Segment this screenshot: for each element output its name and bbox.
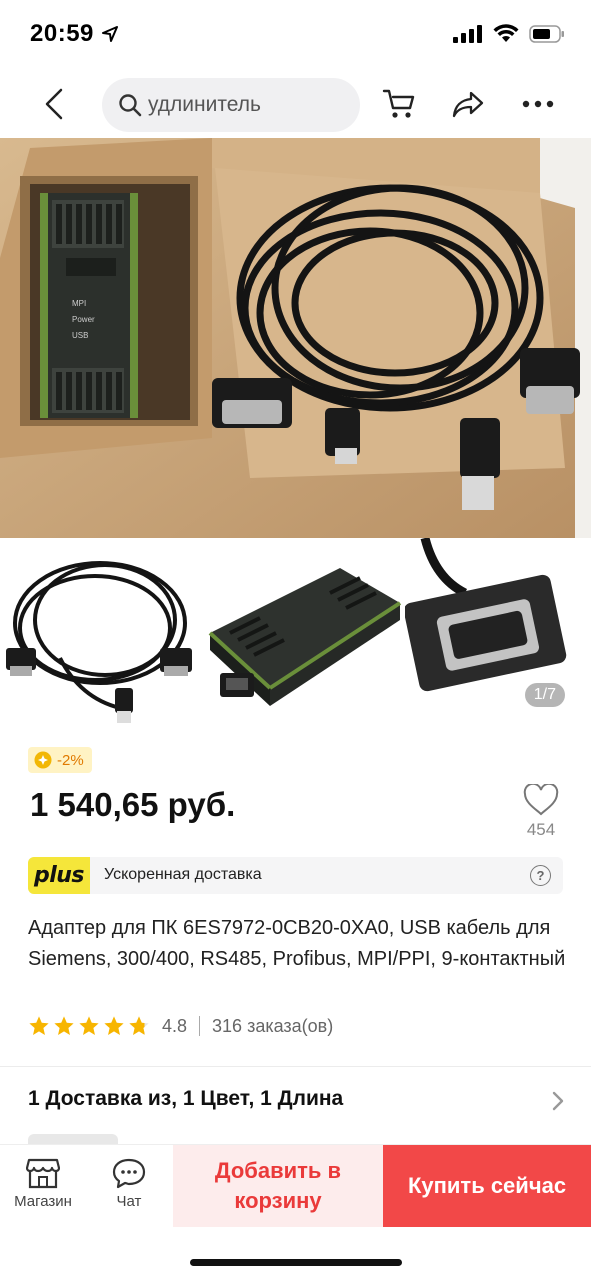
wifi-icon bbox=[493, 24, 519, 42]
more-icon bbox=[522, 100, 554, 108]
star-icon bbox=[104, 1016, 124, 1035]
store-icon bbox=[26, 1158, 60, 1189]
chat-button[interactable]: Чат bbox=[106, 1157, 152, 1210]
discount-text: -2% bbox=[57, 751, 84, 769]
back-button[interactable] bbox=[36, 84, 72, 124]
heart-icon bbox=[523, 784, 559, 816]
back-icon bbox=[45, 88, 63, 120]
plus-delivery-banner[interactable]: plus Ускоренная доставка ? bbox=[28, 857, 563, 894]
share-icon bbox=[452, 91, 484, 118]
orders-count: 316 заказа(ов) bbox=[212, 1015, 334, 1036]
thumbnail-1[interactable] bbox=[0, 538, 200, 733]
rating-separator bbox=[199, 1016, 201, 1036]
rating-row[interactable]: 4.8 316 заказа(ов) bbox=[28, 1013, 333, 1039]
store-button[interactable]: Магазин bbox=[10, 1157, 76, 1210]
divider bbox=[0, 1066, 591, 1067]
search-text: удлинитель bbox=[148, 93, 261, 116]
thumbnail-adapter-image bbox=[208, 568, 402, 706]
store-label: Магазин bbox=[14, 1193, 72, 1210]
thumbnail-connector-image bbox=[405, 538, 567, 692]
rating-stars bbox=[28, 1015, 150, 1037]
share-button[interactable] bbox=[450, 86, 486, 122]
cart-icon bbox=[382, 89, 415, 118]
product-price: 1 540,65 руб. bbox=[30, 786, 236, 823]
favorite-button[interactable]: 454 bbox=[520, 784, 562, 840]
thumbnail-strip: 1/7 bbox=[0, 538, 591, 733]
more-button[interactable] bbox=[520, 86, 556, 122]
led-label-usb: USB bbox=[72, 331, 88, 340]
thumbnail-cable-image bbox=[6, 561, 192, 723]
search-icon bbox=[119, 94, 142, 117]
status-time: 20:59 bbox=[30, 20, 94, 47]
bottom-action-bar: Магазин Чат Добавить в корзину Купить се… bbox=[0, 1144, 591, 1228]
led-label-power: Power bbox=[72, 315, 95, 324]
buy-now-button[interactable]: Купить сейчас bbox=[383, 1145, 591, 1227]
status-bar: 20:59 bbox=[0, 0, 591, 72]
cart-button[interactable] bbox=[381, 86, 417, 122]
rating-value: 4.8 bbox=[162, 1015, 188, 1036]
header: удлинитель bbox=[0, 72, 591, 138]
led-label-mpi: MPI bbox=[72, 299, 86, 308]
thumbnail-2[interactable] bbox=[200, 538, 405, 733]
star-icon bbox=[79, 1016, 99, 1035]
product-options[interactable]: 1 Доставка из, 1 Цвет, 1 Длина bbox=[28, 1087, 343, 1111]
product-photo-illustration: MPI Power USB bbox=[0, 138, 591, 538]
star-half-icon bbox=[129, 1016, 149, 1035]
chat-label: Чат bbox=[116, 1193, 142, 1210]
coin-icon bbox=[34, 751, 52, 769]
discount-badge: -2% bbox=[28, 747, 92, 773]
signal-icon bbox=[453, 24, 482, 43]
chevron-right-icon[interactable] bbox=[551, 1090, 565, 1112]
location-arrow-icon bbox=[102, 26, 118, 42]
plus-logo: plus bbox=[28, 857, 90, 894]
help-icon[interactable]: ? bbox=[530, 865, 551, 886]
plus-delivery-text: Ускоренная доставка bbox=[104, 866, 262, 883]
star-icon bbox=[54, 1016, 74, 1035]
product-main-image[interactable]: MPI Power USB bbox=[0, 138, 591, 538]
product-title: Адаптер для ПК 6ES7972-0CB20-0XA0, USB к… bbox=[28, 917, 566, 970]
search-input[interactable]: удлинитель bbox=[102, 78, 360, 132]
chat-icon bbox=[112, 1158, 146, 1189]
thumbnail-3[interactable]: 1/7 bbox=[405, 538, 591, 733]
battery-icon bbox=[529, 24, 564, 43]
gallery-page-indicator: 1/7 bbox=[524, 683, 565, 707]
home-indicator[interactable] bbox=[190, 1259, 402, 1266]
star-icon bbox=[29, 1016, 49, 1035]
add-to-cart-button[interactable]: Добавить в корзину bbox=[173, 1145, 383, 1227]
buy-now-label: Купить сейчас bbox=[407, 1173, 567, 1198]
add-to-cart-label: Добавить в корзину bbox=[214, 1158, 342, 1213]
favorites-count: 454 bbox=[526, 820, 556, 839]
